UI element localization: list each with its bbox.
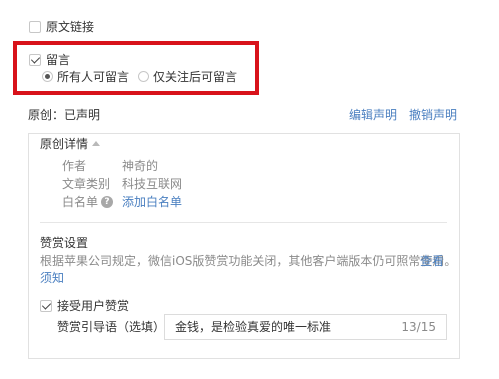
- guide-input[interactable]: 金钱，是检验真爱的唯一标准 13/15: [164, 314, 447, 340]
- appreciation-notice-link-part2[interactable]: 须知: [40, 270, 64, 286]
- comment-option-all-radio[interactable]: [42, 71, 53, 82]
- add-whitelist-link[interactable]: 添加白名单: [122, 194, 182, 210]
- revoke-declaration-link[interactable]: 撤销声明: [409, 107, 457, 123]
- details-whitelist-key: 白名单: [62, 195, 99, 209]
- details-category-value: 科技互联网: [122, 177, 183, 191]
- original-link-checkbox[interactable]: [29, 21, 41, 33]
- guide-label: 赞赏引导语（选填）: [57, 320, 166, 334]
- accept-appreciation-label: 接受用户赞赏: [57, 299, 130, 313]
- panel-divider: [40, 222, 447, 223]
- accept-appreciation-checkbox[interactable]: [40, 300, 52, 312]
- original-status-label: 原创：已声明: [28, 108, 101, 122]
- comment-option-all-label[interactable]: 所有人可留言: [57, 69, 129, 85]
- comment-label: 留言: [46, 53, 71, 67]
- help-icon[interactable]: ?: [101, 196, 113, 208]
- details-author-value: 神奇的: [122, 159, 159, 173]
- original-link-label: 原文链接: [46, 20, 95, 34]
- comment-option-followers-radio[interactable]: [138, 71, 149, 82]
- comment-checkbox[interactable]: [29, 54, 41, 66]
- appreciation-notice: 根据苹果公司规定，微信iOS版赞赏功能关闭，其他客户端版本仍可照常使用。: [40, 254, 457, 268]
- edit-declaration-link[interactable]: 编辑声明: [349, 107, 397, 123]
- appreciation-title: 赞赏设置: [40, 236, 89, 250]
- appreciation-notice-link-part1[interactable]: 查看: [420, 253, 444, 269]
- comment-option-followers-label[interactable]: 仅关注后可留言: [153, 69, 237, 85]
- guide-input-value: 金钱，是检验真爱的唯一标准: [175, 320, 332, 334]
- collapse-caret-icon[interactable]: [92, 141, 100, 146]
- details-category-key: 文章类别: [62, 177, 111, 191]
- highlight-box: [13, 41, 259, 95]
- details-title: 原创详情: [40, 137, 89, 151]
- guide-char-count: 13/15: [401, 320, 436, 334]
- details-author-key: 作者: [62, 159, 87, 173]
